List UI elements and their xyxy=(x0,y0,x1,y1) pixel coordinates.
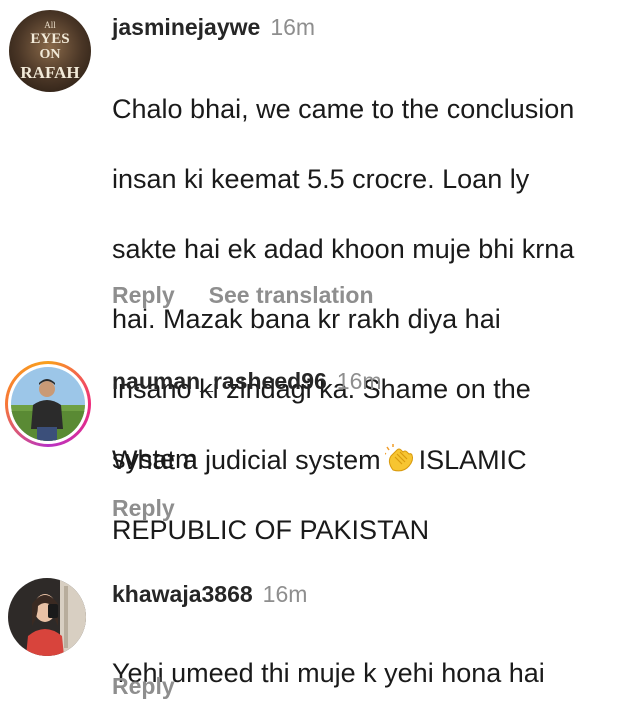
avatar-text-1: All xyxy=(44,20,56,30)
avatar-text-4: RAFAH xyxy=(20,63,79,82)
avatar[interactable] xyxy=(8,578,86,656)
clapping-hands-icon xyxy=(383,444,417,474)
username[interactable]: nauman_rasheed96 xyxy=(112,368,327,394)
story-ring[interactable] xyxy=(5,361,91,447)
timestamp: 16m xyxy=(262,581,308,607)
username[interactable]: jasminejaywe xyxy=(112,14,260,40)
comment-header: jasminejaywe 16m xyxy=(112,13,315,41)
see-translation-button[interactable]: See translation xyxy=(209,282,374,308)
username[interactable]: khawaja3868 xyxy=(112,581,253,607)
comment-text-line: sakte hai ek adad khoon muje bhi krna xyxy=(112,234,575,264)
comment-header: khawaja3868 16m xyxy=(112,580,307,608)
comment-actions: Reply xyxy=(112,494,175,522)
comment-actions: Reply See translation xyxy=(112,281,374,309)
comment-text-line: REPUBLIC OF PAKISTAN xyxy=(112,515,430,545)
reply-button[interactable]: Reply xyxy=(112,495,175,521)
reply-button[interactable]: Reply xyxy=(112,673,175,699)
comment-actions: Reply xyxy=(112,672,175,700)
avatar-image: All EYES ON RAFAH xyxy=(9,10,91,92)
avatar xyxy=(11,367,85,441)
avatar-image xyxy=(11,367,85,441)
avatar-text-2: EYES xyxy=(30,31,69,47)
comment-text-segment: ISLAMIC xyxy=(418,445,527,475)
avatar[interactable]: All EYES ON RAFAH xyxy=(9,10,91,92)
comment-text-line: Yehi umeed thi muje k yehi hona hai xyxy=(112,658,545,688)
comment-text-line: Chalo bhai, we came to the conclusion xyxy=(112,94,575,124)
comment-text-line: What a judicial system ISLAMIC xyxy=(112,443,622,478)
comment-text-segment: What a judicial system xyxy=(112,445,381,475)
timestamp: 16m xyxy=(270,14,316,40)
timestamp: 16m xyxy=(336,368,382,394)
comment-text-line: insan ki keemat 5.5 crocre. Loan ly xyxy=(112,164,530,194)
comment-text: Yehi umeed thi muje k yehi hona hai xyxy=(112,621,622,726)
comment-header: nauman_rasheed96 16m xyxy=(112,367,382,395)
avatar-text-3: ON xyxy=(40,47,61,62)
reply-button[interactable]: Reply xyxy=(112,282,175,308)
comment-text: What a judicial system ISLAMIC REPUBLIC … xyxy=(112,408,622,583)
avatar-image xyxy=(8,578,86,656)
